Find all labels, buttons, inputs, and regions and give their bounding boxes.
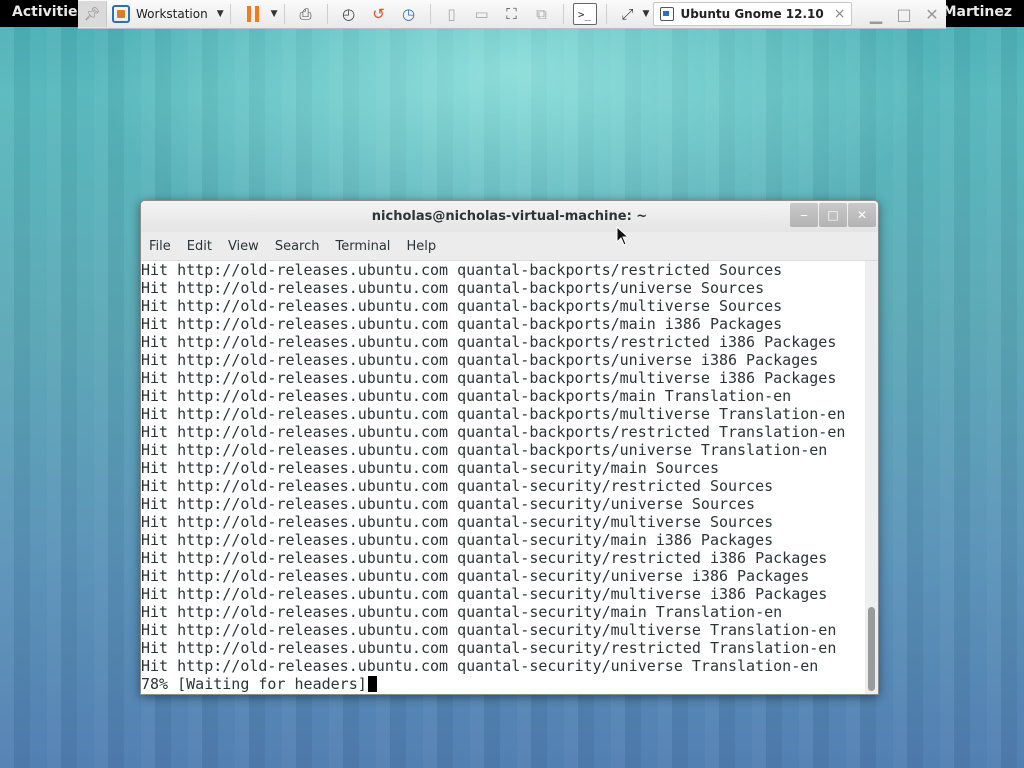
mouse-pointer-icon — [616, 226, 630, 246]
show-library-icon[interactable]: ▯ — [437, 1, 467, 27]
chevron-down-icon[interactable]: ▼ — [217, 9, 224, 19]
terminal-line: Hit http://old-releases.ubuntu.com quant… — [141, 333, 837, 351]
menu-file[interactable]: File — [149, 239, 171, 254]
terminal-line: Hit http://old-releases.ubuntu.com quant… — [141, 477, 774, 495]
close-icon[interactable]: ✕ — [918, 1, 946, 27]
workstation-menu-label[interactable]: Workstation — [136, 7, 208, 21]
close-button[interactable]: ✕ — [848, 203, 876, 227]
terminal-line: Hit http://old-releases.ubuntu.com quant… — [141, 657, 819, 675]
terminal-line: Hit http://old-releases.ubuntu.com quant… — [141, 279, 765, 297]
terminal-line: Hit http://old-releases.ubuntu.com quant… — [141, 513, 774, 531]
scrollbar-thumb[interactable] — [868, 607, 875, 691]
scrollbar[interactable] — [865, 261, 878, 694]
vm-icon — [660, 7, 675, 21]
divider — [605, 4, 607, 24]
terminal-line: Hit http://old-releases.ubuntu.com quant… — [141, 387, 792, 405]
vmware-toolbar: 📌︎ Workstation ▼ ▼ ⎙ ◴ ↺ ◷ ▯ ▭ ⛶ ⧉ >_ ⤢ … — [78, 0, 946, 29]
terminal-line: Hit http://old-releases.ubuntu.com quant… — [141, 621, 837, 639]
vm-tab-label: Ubuntu Gnome 12.10 — [680, 7, 824, 21]
power-options-chevron-icon[interactable]: ▼ — [271, 9, 278, 19]
terminal-line: Hit http://old-releases.ubuntu.com quant… — [141, 369, 837, 387]
window-controls: ‒ □ ✕ — [789, 203, 876, 227]
terminal-line: Hit http://old-releases.ubuntu.com quant… — [141, 585, 828, 603]
full-screen-icon[interactable]: ⛶ — [497, 1, 527, 27]
text-cursor — [367, 676, 377, 692]
menu-bar: File Edit View Search Terminal Help — [141, 232, 878, 261]
divider — [562, 4, 564, 24]
revert-snapshot-icon[interactable]: ↺ — [364, 1, 394, 27]
terminal-window: nicholas@nicholas-virtual-machine: ~ ‒ □… — [140, 200, 879, 695]
window-title: nicholas@nicholas-virtual-machine: ~ — [371, 209, 648, 224]
apt-progress-text: 78% [Waiting for headers] — [141, 675, 367, 693]
terminal-line: Hit http://old-releases.ubuntu.com quant… — [141, 603, 783, 621]
terminal-output[interactable]: Hit http://old-releases.ubuntu.com quant… — [141, 261, 865, 694]
menu-terminal[interactable]: Terminal — [335, 239, 390, 254]
terminal-line: Hit http://old-releases.ubuntu.com quant… — [141, 639, 837, 657]
terminal-line: Hit http://old-releases.ubuntu.com quant… — [141, 423, 846, 441]
pause-button[interactable] — [237, 1, 269, 27]
user-menu[interactable]: Martinez — [943, 4, 1012, 20]
snapshot-manager-icon[interactable]: ◷ — [394, 1, 424, 27]
menu-view[interactable]: View — [228, 239, 259, 254]
activities-button[interactable]: Activities — [12, 4, 86, 20]
divider — [283, 4, 285, 24]
terminal-line: Hit http://old-releases.ubuntu.com quant… — [141, 261, 783, 279]
snapshot-icon[interactable]: ◴ — [334, 1, 364, 27]
unity-icon[interactable]: ⧉ — [527, 1, 557, 27]
minimize-button[interactable]: ‒ — [790, 203, 818, 227]
menu-help[interactable]: Help — [406, 239, 436, 254]
thumbnail-bar-icon[interactable]: ▭ — [467, 1, 497, 27]
menu-edit[interactable]: Edit — [187, 239, 212, 254]
workstation-logo-icon — [111, 1, 131, 27]
stretch-guest-icon[interactable]: ⤢ — [613, 1, 643, 27]
minimize-icon[interactable]: ▁ — [862, 1, 890, 27]
divider — [429, 4, 431, 24]
maximize-button[interactable]: □ — [819, 203, 847, 227]
view-options-chevron-icon[interactable]: ▼ — [643, 9, 650, 19]
terminal-line: Hit http://old-releases.ubuntu.com quant… — [141, 441, 828, 459]
close-tab-icon[interactable]: × — [834, 6, 846, 22]
terminal-titlebar[interactable]: nicholas@nicholas-virtual-machine: ~ ‒ □… — [141, 201, 878, 232]
status-line: 78% [Waiting for headers] — [141, 675, 865, 693]
restore-icon[interactable]: □ — [890, 1, 918, 27]
vm-tab[interactable]: Ubuntu Gnome 12.10 × — [653, 2, 853, 26]
menu-search[interactable]: Search — [275, 239, 320, 254]
terminal-line: Hit http://old-releases.ubuntu.com quant… — [141, 549, 828, 567]
terminal-line: Hit http://old-releases.ubuntu.com quant… — [141, 315, 783, 333]
console-view-icon[interactable]: >_ — [570, 1, 600, 27]
send-ctrl-alt-del-icon[interactable]: ⎙ — [291, 1, 321, 27]
terminal-line: Hit http://old-releases.ubuntu.com quant… — [141, 405, 846, 423]
terminal-line: Hit http://old-releases.ubuntu.com quant… — [141, 351, 819, 369]
divider — [229, 4, 231, 24]
terminal-line: Hit http://old-releases.ubuntu.com quant… — [141, 531, 774, 549]
pin-icon[interactable]: 📌︎ — [78, 1, 107, 27]
terminal-line: Hit http://old-releases.ubuntu.com quant… — [141, 567, 810, 585]
terminal-line: Hit http://old-releases.ubuntu.com quant… — [141, 297, 783, 315]
terminal-line: Hit http://old-releases.ubuntu.com quant… — [141, 495, 756, 513]
terminal-line: Hit http://old-releases.ubuntu.com quant… — [141, 459, 719, 477]
divider — [326, 4, 328, 24]
